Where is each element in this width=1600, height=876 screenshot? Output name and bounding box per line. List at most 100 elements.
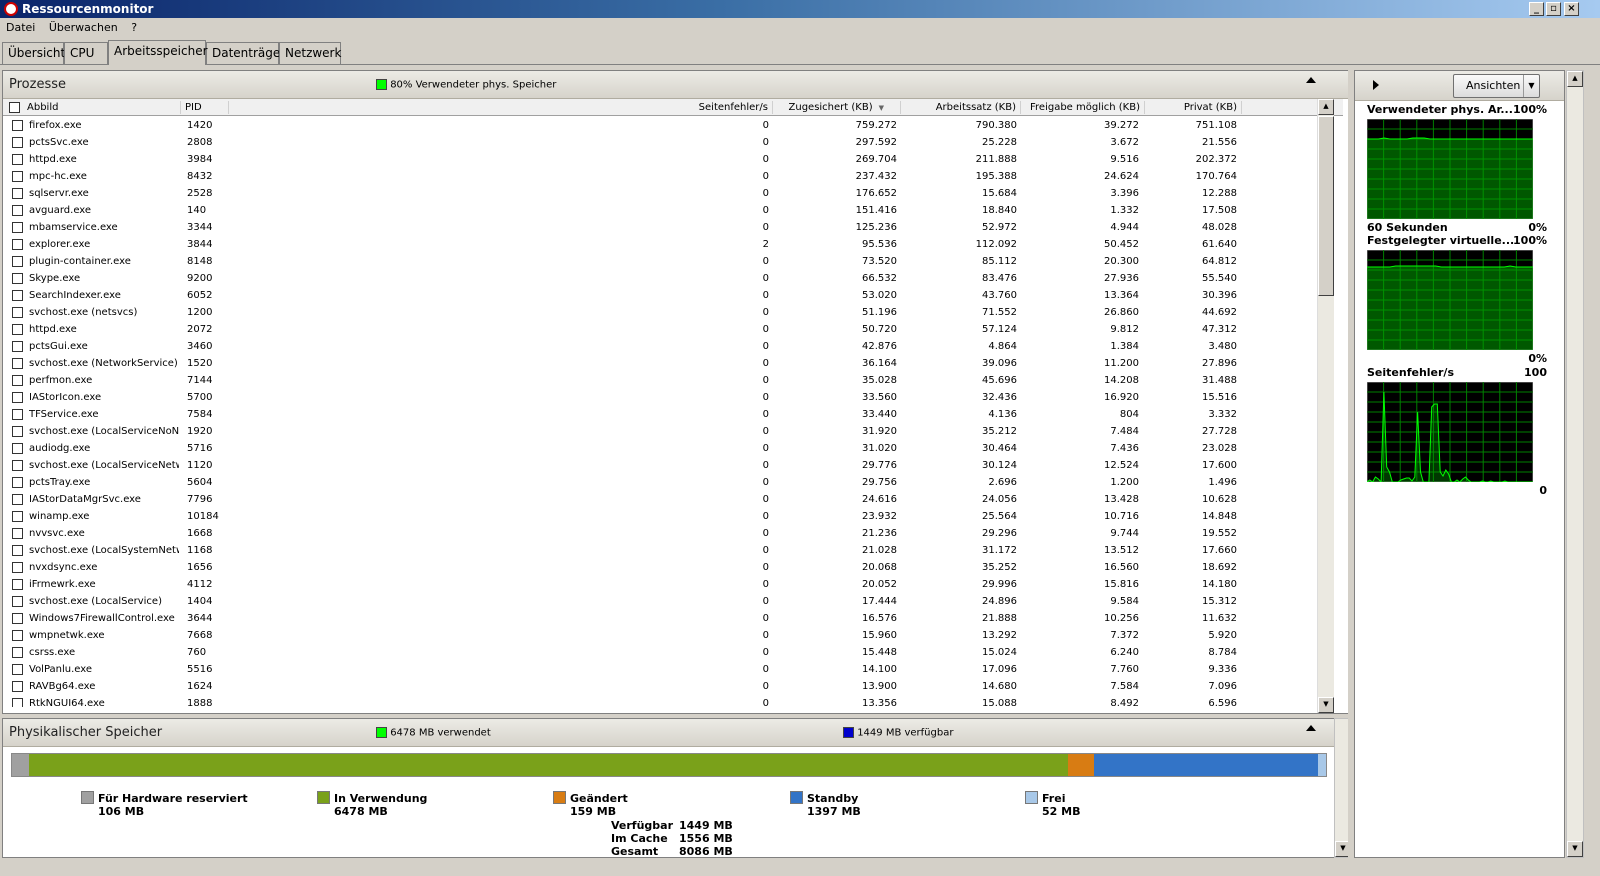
table-row[interactable]: csrss.exe 760 0 15.448 15.024 6.240 8.784 bbox=[3, 644, 1343, 661]
tab-overview[interactable]: Übersicht bbox=[2, 42, 65, 64]
table-row[interactable]: svchost.exe (NetworkService) 1520 0 36.164 3… bbox=[3, 355, 1343, 372]
table-row[interactable]: firefox.exe 1420 0 759.272 790.380 39.272 751.… bbox=[3, 117, 1343, 134]
scroll-down-button[interactable]: ▼ bbox=[1318, 697, 1334, 713]
row-checkbox[interactable] bbox=[12, 154, 23, 165]
table-row[interactable]: svchost.exe (netsvcs) 1200 0 51.196 71.552 26… bbox=[3, 304, 1343, 321]
column-pid[interactable]: PID bbox=[181, 101, 229, 114]
table-row[interactable]: IAStorDataMgrSvc.exe 7796 0 24.616 24.056 13.… bbox=[3, 491, 1343, 508]
column-image[interactable]: Abbild bbox=[23, 101, 181, 114]
row-checkbox[interactable] bbox=[12, 409, 23, 420]
collapse-arrow-icon[interactable] bbox=[1306, 725, 1316, 731]
table-row[interactable]: mpc-hc.exe 8432 0 237.432 195.388 24.624 170.7… bbox=[3, 168, 1343, 185]
row-checkbox[interactable] bbox=[12, 273, 23, 284]
close-button[interactable]: × bbox=[1564, 2, 1579, 16]
table-row[interactable]: TFService.exe 7584 0 33.440 4.136 804 3.332 bbox=[3, 406, 1343, 423]
table-row[interactable]: svchost.exe (LocalSystemNetwo... 1168 0 21.… bbox=[3, 542, 1343, 559]
row-checkbox[interactable] bbox=[12, 120, 23, 131]
tab-network[interactable]: Netzwerk bbox=[279, 42, 341, 64]
processes-header[interactable]: Prozesse 80% Verwendeter phys. Speicher bbox=[3, 71, 1359, 99]
row-checkbox[interactable] bbox=[12, 239, 23, 250]
row-checkbox[interactable] bbox=[12, 137, 23, 148]
row-checkbox[interactable] bbox=[12, 664, 23, 675]
table-row[interactable]: audiodg.exe 5716 0 31.020 30.464 7.436 23.028 bbox=[3, 440, 1343, 457]
table-row[interactable]: wmpnetwk.exe 7668 0 15.960 13.292 7.372 5.920 bbox=[3, 627, 1343, 644]
tab-disk[interactable]: Datenträger bbox=[206, 42, 285, 64]
tab-memory[interactable]: Arbeitsspeicher bbox=[108, 40, 208, 65]
table-row[interactable]: winamp.exe 10184 0 23.932 25.564 10.716 14.848 bbox=[3, 508, 1343, 525]
row-checkbox[interactable] bbox=[12, 375, 23, 386]
restore-button[interactable]: ▫ bbox=[1546, 2, 1561, 16]
table-row[interactable]: httpd.exe 3984 0 269.704 211.888 9.516 202.372 bbox=[3, 151, 1343, 168]
row-checkbox[interactable] bbox=[12, 511, 23, 522]
graph-scroll-down-button[interactable]: ▼ bbox=[1567, 841, 1583, 857]
row-checkbox[interactable] bbox=[12, 307, 23, 318]
row-checkbox[interactable] bbox=[12, 256, 23, 267]
row-checkbox[interactable] bbox=[12, 477, 23, 488]
minimize-button[interactable]: _ bbox=[1529, 2, 1544, 16]
row-checkbox[interactable] bbox=[12, 647, 23, 658]
table-row[interactable]: RtkNGUI64.exe 1888 0 13.356 15.088 8.492 6.596 bbox=[3, 695, 1343, 707]
row-checkbox[interactable] bbox=[12, 613, 23, 624]
row-checkbox[interactable] bbox=[12, 443, 23, 454]
table-row[interactable]: explorer.exe 3844 2 95.536 112.092 50.452 61.6… bbox=[3, 236, 1343, 253]
chevron-down-icon[interactable]: ▼ bbox=[1523, 75, 1539, 97]
table-row[interactable]: Windows7FirewallControl.exe 3644 0 16.576 21… bbox=[3, 610, 1343, 627]
row-checkbox[interactable] bbox=[12, 545, 23, 556]
menu-help[interactable]: ? bbox=[131, 21, 137, 34]
scroll-up-button[interactable]: ▲ bbox=[1318, 99, 1334, 115]
row-checkbox[interactable] bbox=[12, 426, 23, 437]
graph-pane-scrollbar[interactable]: ▲ ▼ bbox=[1566, 70, 1584, 858]
table-row[interactable]: Skype.exe 9200 0 66.532 83.476 27.936 55.540 bbox=[3, 270, 1343, 287]
table-row[interactable]: nvxdsync.exe 1656 0 20.068 35.252 16.560 18.69… bbox=[3, 559, 1343, 576]
row-checkbox[interactable] bbox=[12, 596, 23, 607]
row-checkbox[interactable] bbox=[12, 630, 23, 641]
row-checkbox[interactable] bbox=[12, 222, 23, 233]
table-row[interactable]: perfmon.exe 7144 0 35.028 45.696 14.208 31.488 bbox=[3, 372, 1343, 389]
row-checkbox[interactable] bbox=[12, 494, 23, 505]
menu-monitor[interactable]: Überwachen bbox=[49, 21, 118, 34]
row-checkbox[interactable] bbox=[12, 188, 23, 199]
column-working-set[interactable]: Arbeitssatz (KB) bbox=[901, 101, 1021, 114]
table-row[interactable]: nvvsvc.exe 1668 0 21.236 29.296 9.744 19.552 bbox=[3, 525, 1343, 542]
column-page-faults[interactable]: Seitenfehler/s bbox=[229, 101, 773, 114]
views-button[interactable]: Ansichten ▼ bbox=[1453, 74, 1540, 98]
table-row[interactable]: svchost.exe (LocalServiceNoNet... 1920 0 31… bbox=[3, 423, 1343, 440]
row-checkbox[interactable] bbox=[12, 290, 23, 301]
scroll-thumb[interactable] bbox=[1318, 116, 1334, 296]
table-row[interactable]: pctsSvc.exe 2808 0 297.592 25.228 3.672 21.556 bbox=[3, 134, 1343, 151]
row-checkbox[interactable] bbox=[12, 528, 23, 539]
tab-cpu[interactable]: CPU bbox=[64, 42, 108, 64]
expand-arrow-icon[interactable] bbox=[1373, 80, 1379, 90]
table-row[interactable]: httpd.exe 2072 0 50.720 57.124 9.812 47.312 bbox=[3, 321, 1343, 338]
table-row[interactable]: pctsGui.exe 3460 0 42.876 4.864 1.384 3.480 bbox=[3, 338, 1343, 355]
collapse-arrow-icon[interactable] bbox=[1306, 77, 1316, 83]
menu-file[interactable]: Datei bbox=[6, 21, 35, 34]
table-row[interactable]: mbamservice.exe 3344 0 125.236 52.972 4.944 48… bbox=[3, 219, 1343, 236]
table-row[interactable]: VolPanlu.exe 5516 0 14.100 17.096 7.760 9.336 bbox=[3, 661, 1343, 678]
row-checkbox[interactable] bbox=[12, 358, 23, 369]
column-committed[interactable]: Zugesichert (KB) ▼ bbox=[773, 101, 901, 114]
table-row[interactable]: svchost.exe (LocalServiceNetwo... 1120 0 29… bbox=[3, 457, 1343, 474]
row-checkbox[interactable] bbox=[12, 341, 23, 352]
table-row[interactable]: svchost.exe (LocalService) 1404 0 17.444 24.… bbox=[3, 593, 1343, 610]
table-row[interactable]: RAVBg64.exe 1624 0 13.900 14.680 7.584 7.096 bbox=[3, 678, 1343, 695]
table-row[interactable]: IAStorIcon.exe 5700 0 33.560 32.436 16.920 15.… bbox=[3, 389, 1343, 406]
row-checkbox[interactable] bbox=[12, 324, 23, 335]
table-row[interactable]: avguard.exe 140 0 151.416 18.840 1.332 17.508 bbox=[3, 202, 1343, 219]
row-checkbox[interactable] bbox=[12, 205, 23, 216]
select-all-checkbox[interactable] bbox=[9, 102, 20, 113]
table-row[interactable]: iFrmewrk.exe 4112 0 20.052 29.996 15.816 14.18… bbox=[3, 576, 1343, 593]
process-list-scrollbar[interactable]: ▲ ▼ bbox=[1317, 99, 1334, 713]
table-row[interactable]: sqlservr.exe 2528 0 176.652 15.684 3.396 12.28… bbox=[3, 185, 1343, 202]
row-checkbox[interactable] bbox=[12, 698, 23, 707]
row-checkbox[interactable] bbox=[12, 392, 23, 403]
row-checkbox[interactable] bbox=[12, 171, 23, 182]
physical-memory-header[interactable]: Physikalischer Speicher 6478 MB verwende… bbox=[3, 719, 1342, 747]
row-checkbox[interactable] bbox=[12, 579, 23, 590]
row-checkbox[interactable] bbox=[12, 681, 23, 692]
row-checkbox[interactable] bbox=[12, 460, 23, 471]
column-private[interactable]: Privat (KB) bbox=[1145, 101, 1242, 114]
graph-scroll-up-button[interactable]: ▲ bbox=[1567, 71, 1583, 87]
row-checkbox[interactable] bbox=[12, 562, 23, 573]
table-row[interactable]: SearchIndexer.exe 6052 0 53.020 43.760 13.364… bbox=[3, 287, 1343, 304]
